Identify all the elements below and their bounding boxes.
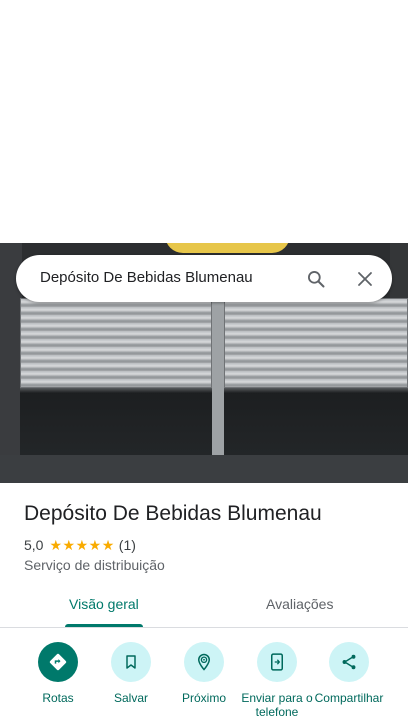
place-category: Serviço de distribuição bbox=[24, 557, 165, 573]
nearby-button[interactable]: Próximo bbox=[168, 642, 240, 705]
star-icon: ★ bbox=[75, 537, 89, 553]
nearby-icon bbox=[184, 642, 224, 682]
active-tab-indicator bbox=[65, 624, 143, 627]
directions-label: Rotas bbox=[42, 691, 74, 705]
store-sign bbox=[165, 243, 290, 253]
save-button[interactable]: Salvar bbox=[95, 642, 167, 705]
send-to-phone-icon bbox=[257, 642, 297, 682]
shutter-left bbox=[20, 298, 212, 388]
rating-value: 5,0 bbox=[24, 537, 44, 553]
close-icon[interactable] bbox=[351, 265, 379, 293]
action-buttons: Rotas Salvar Próximo Enviar para o telef… bbox=[0, 642, 408, 726]
tab-reviews[interactable]: Avaliações bbox=[266, 596, 333, 612]
send-to-phone-button[interactable]: Enviar para o telefone bbox=[241, 642, 313, 719]
shutter-right bbox=[224, 298, 408, 388]
share-button[interactable]: Compartilhar bbox=[313, 642, 385, 705]
tab-bar: Visão geral Avaliações bbox=[0, 584, 408, 628]
search-input[interactable]: Depósito De Bebidas Blumenau bbox=[40, 269, 253, 286]
place-details-screen: Depósito De Bebidas Blumenau Depósito De… bbox=[0, 0, 408, 726]
share-label: Compartilhar bbox=[314, 691, 384, 705]
search-bar[interactable]: Depósito De Bebidas Blumenau bbox=[16, 255, 392, 302]
bookmark-icon bbox=[111, 642, 151, 682]
tab-overview[interactable]: Visão geral bbox=[69, 596, 139, 612]
star-icon: ★ bbox=[88, 537, 102, 553]
save-label: Salvar bbox=[113, 691, 148, 705]
search-icon[interactable] bbox=[302, 265, 330, 293]
send-to-phone-label: Enviar para o telefone bbox=[241, 691, 313, 719]
rating-stars: ★ ★ ★ ★ ★ bbox=[49, 538, 114, 552]
share-icon bbox=[329, 642, 369, 682]
star-icon: ★ bbox=[62, 537, 76, 553]
photo-floor bbox=[0, 455, 408, 483]
star-icon: ★ bbox=[49, 537, 63, 553]
directions-icon bbox=[38, 642, 78, 682]
nearby-label: Próximo bbox=[181, 691, 226, 705]
star-icon: ★ bbox=[101, 537, 115, 553]
rating-row[interactable]: 5,0 ★ ★ ★ ★ ★ (1) bbox=[24, 537, 136, 553]
directions-button[interactable]: Rotas bbox=[22, 642, 94, 705]
place-title: Depósito De Bebidas Blumenau bbox=[24, 502, 322, 525]
review-count[interactable]: (1) bbox=[119, 537, 136, 553]
